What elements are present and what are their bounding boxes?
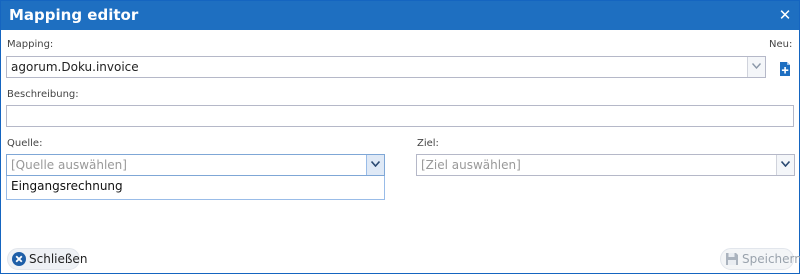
target-dropdown-trigger[interactable]	[776, 155, 794, 175]
dialog-title: Mapping editor	[9, 6, 139, 24]
source-label: Quelle:	[7, 138, 43, 149]
new-document-icon[interactable]	[777, 61, 793, 77]
source-dropdown-trigger[interactable]	[366, 155, 384, 175]
mapping-value: agorum.Doku.invoice	[11, 60, 139, 74]
mapping-dropdown-trigger[interactable]	[747, 57, 765, 77]
source-combobox[interactable]: [Quelle auswählen]	[6, 154, 385, 176]
description-input[interactable]	[6, 105, 794, 127]
close-button-label: Schließen	[29, 252, 88, 266]
description-label: Beschreibung:	[7, 89, 79, 100]
source-dropdown-list: Eingangsrechnung	[6, 176, 385, 200]
save-button-label: Speichern	[742, 252, 800, 266]
close-icon[interactable]: ✕	[777, 7, 793, 23]
save-icon	[724, 251, 740, 267]
save-button[interactable]: Speichern	[720, 248, 800, 270]
target-placeholder: [Ziel auswählen]	[421, 158, 521, 172]
target-combobox[interactable]: [Ziel auswählen]	[416, 154, 795, 176]
chevron-down-icon	[371, 161, 380, 167]
mapping-combobox[interactable]: agorum.Doku.invoice	[6, 56, 766, 78]
new-label: Neu:	[769, 39, 793, 50]
close-circle-icon	[11, 251, 27, 267]
source-placeholder: [Quelle auswählen]	[11, 158, 127, 172]
mapping-label: Mapping:	[7, 39, 54, 50]
mapping-editor-dialog: Mapping editor ✕ Mapping: Neu: agorum.Do…	[0, 0, 800, 274]
target-label: Ziel:	[417, 138, 439, 149]
dialog-titlebar: Mapping editor ✕	[1, 1, 799, 30]
chevron-down-icon	[752, 63, 761, 69]
chevron-down-icon	[781, 161, 790, 167]
source-option[interactable]: Eingangsrechnung	[11, 179, 123, 193]
close-button[interactable]: Schließen	[7, 248, 87, 270]
